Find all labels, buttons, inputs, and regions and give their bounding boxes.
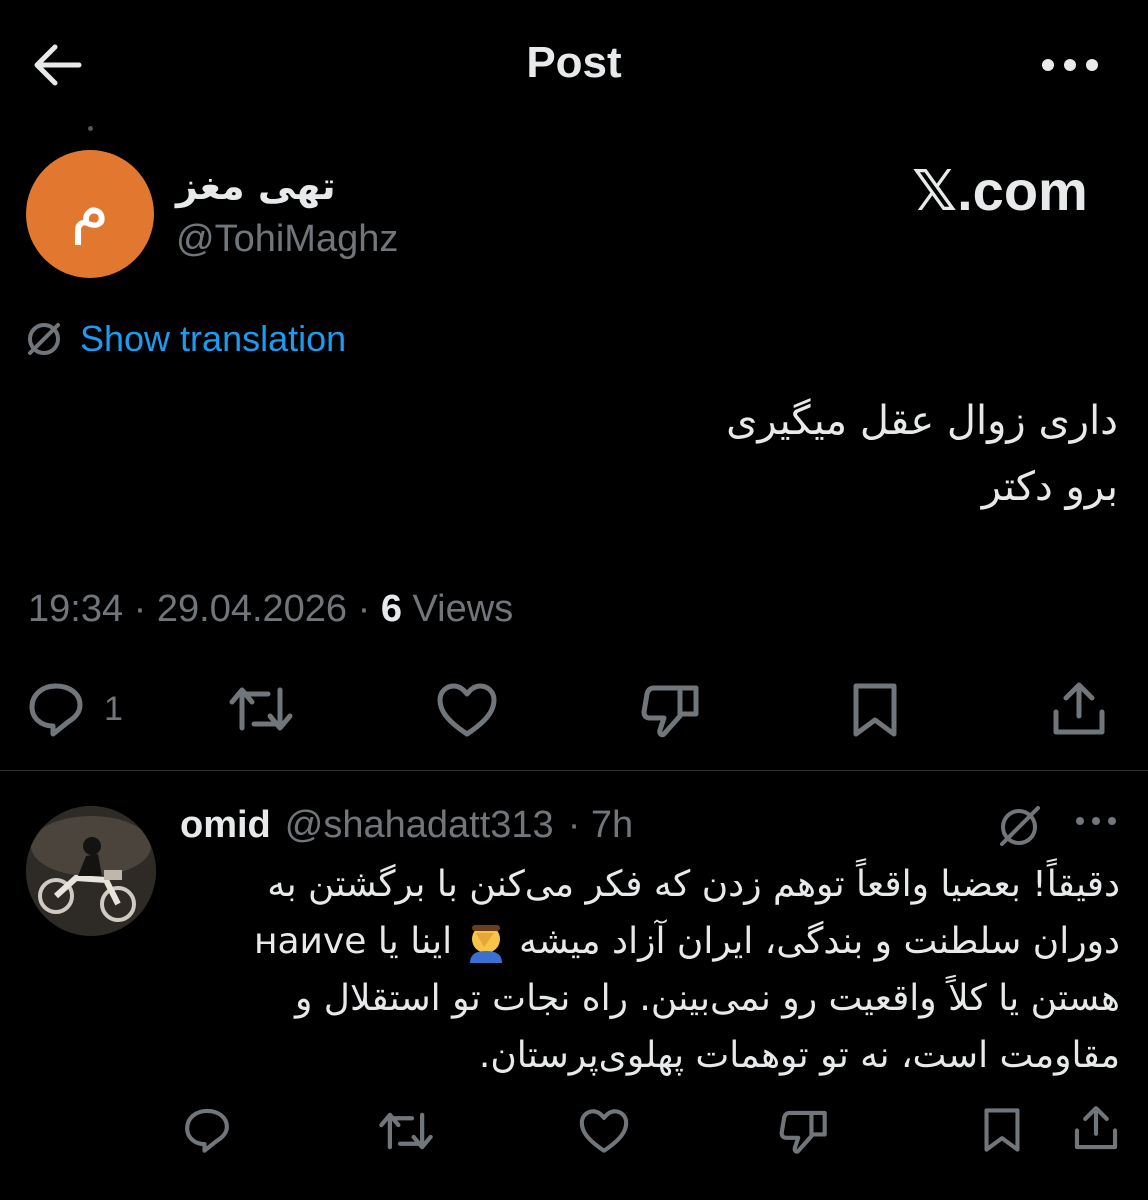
- thread-dot: [88, 126, 93, 131]
- reply-author-handle[interactable]: @shahadatt313: [285, 804, 554, 847]
- like-button[interactable]: [436, 682, 498, 738]
- globe-slash-icon: [28, 323, 60, 355]
- author-avatar[interactable]: م: [26, 150, 154, 278]
- share-icon: [1074, 1106, 1118, 1150]
- page-title: Post: [526, 38, 622, 87]
- more-horizontal-icon: [1076, 817, 1116, 825]
- reply-avatar[interactable]: [26, 806, 156, 936]
- author-handle[interactable]: @TohiMaghz: [176, 218, 398, 261]
- facepalm-emoji-icon: [464, 923, 508, 963]
- views-label: Views: [401, 588, 514, 630]
- dislike-button[interactable]: [640, 682, 702, 740]
- reply-time: · 7h: [567, 804, 634, 846]
- reply-icon: [29, 683, 83, 737]
- reply-button[interactable]: 1: [26, 680, 123, 738]
- share-button[interactable]: [1050, 680, 1108, 738]
- thumbs-down-icon: [641, 685, 699, 738]
- reply-repost-button[interactable]: [378, 1108, 434, 1159]
- more-horizontal-icon: [1042, 59, 1098, 71]
- show-translation-link[interactable]: Show translation: [80, 318, 346, 360]
- reply-dislike-button[interactable]: [778, 1108, 830, 1161]
- heart-icon: [579, 1109, 629, 1153]
- x-watermark: 𝕏.com: [912, 159, 1088, 222]
- reply-more-button[interactable]: [1074, 814, 1118, 833]
- more-options-button[interactable]: [1030, 40, 1110, 90]
- reply-translate-button[interactable]: [994, 802, 1044, 857]
- divider: [0, 770, 1148, 771]
- author-name[interactable]: تهی مغز: [176, 164, 336, 208]
- reply-reply-button[interactable]: [182, 1106, 232, 1159]
- post-time: 19:34 · 29.04.2026 ·: [28, 588, 381, 630]
- bookmark-icon: [853, 683, 897, 737]
- reply-count: 1: [104, 689, 123, 728]
- bookmark-button[interactable]: [848, 682, 902, 738]
- share-icon: [1053, 682, 1105, 735]
- motorcycle-photo: [26, 806, 156, 936]
- reply-share-button[interactable]: [1072, 1104, 1120, 1157]
- repost-button[interactable]: [228, 682, 294, 736]
- repost-icon: [379, 1112, 433, 1150]
- views-count: 6: [380, 588, 402, 630]
- repost-icon: [229, 687, 293, 731]
- reply-bookmark-button[interactable]: [980, 1106, 1024, 1159]
- reply-author-name[interactable]: omid: [180, 804, 271, 847]
- reply-header: omid @shahadatt313 · 7h: [180, 804, 633, 847]
- avatar-letter: م: [70, 171, 110, 245]
- reply-text: دقیقاً! بعضیا واقعاً توهم زدن که فکر می‌…: [180, 856, 1120, 1084]
- thumbs-down-icon: [779, 1110, 827, 1154]
- reply-like-button[interactable]: [578, 1108, 630, 1159]
- translation-row[interactable]: Show translation: [24, 318, 346, 360]
- post-text: داری زوال عقل میگیری برو دکتر: [726, 398, 1118, 510]
- globe-slash-icon: [1000, 806, 1040, 846]
- reply-icon: [185, 1108, 229, 1153]
- post-meta: 19:34 · 29.04.2026 · 6 Views: [28, 588, 513, 631]
- heart-icon: [437, 683, 497, 737]
- bookmark-icon: [984, 1108, 1020, 1152]
